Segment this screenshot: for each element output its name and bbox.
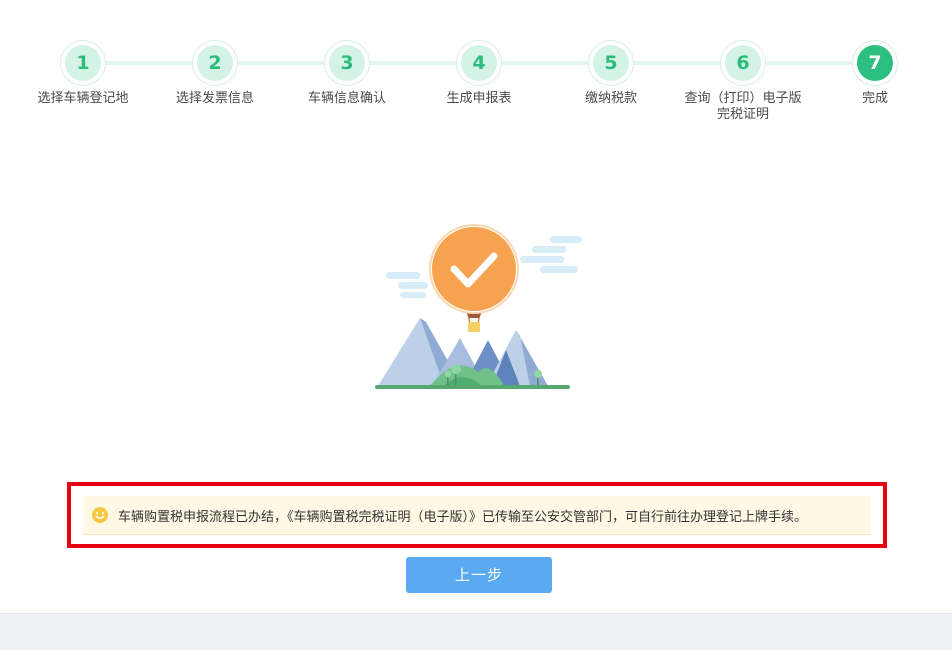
step-4-ring: 4 (456, 40, 502, 86)
completion-notice: 车辆购置税申报流程已办结，《车辆购置税完税证明（电子版）》已传输至公安交管部门，… (83, 496, 871, 535)
step-6: 6 查询（打印）电子版 完税证明 (673, 40, 813, 123)
step-5: 5 缴纳税款 (541, 40, 681, 107)
cloud-right-icon (520, 236, 582, 273)
step-7: 7 完成 (805, 40, 945, 107)
step-7-number: 7 (857, 45, 893, 81)
step-2: 2 选择发票信息 (145, 40, 285, 107)
step-7-ring: 7 (852, 40, 898, 86)
step-1: 1 选择车辆登记地 (13, 40, 153, 107)
success-balloon-illustration (375, 224, 582, 389)
hot-air-balloon-icon (429, 224, 519, 332)
step-6-label-line1: 查询（打印）电子版 (684, 91, 802, 106)
previous-step-button[interactable]: 上一步 (406, 557, 552, 593)
ground-line (375, 385, 570, 389)
step-1-label: 选择车辆登记地 (37, 91, 129, 106)
mountains-icon (378, 318, 548, 386)
step-3-ring: 3 (324, 40, 370, 86)
footer-bar (0, 613, 952, 650)
step-6-label: 查询（打印）电子版 完税证明 (673, 91, 813, 123)
step-4-label: 生成申报表 (446, 91, 512, 106)
completion-page: 1 选择车辆登记地 2 选择发票信息 3 车辆信息确认 4 生成申报表 5 缴纳… (0, 0, 952, 650)
smiley-icon (92, 507, 108, 523)
step-5-ring: 5 (588, 40, 634, 86)
notice-text: 车辆购置税申报流程已办结，《车辆购置税完税证明（电子版）》已传输至公安交管部门，… (118, 509, 808, 525)
step-4-number: 4 (461, 45, 497, 81)
step-6-label-line2: 完税证明 (716, 107, 769, 122)
step-2-ring: 2 (192, 40, 238, 86)
step-5-label: 缴纳税款 (584, 91, 637, 106)
step-3: 3 车辆信息确认 (277, 40, 417, 107)
step-1-number: 1 (65, 45, 101, 81)
cloud-left-icon (386, 272, 428, 298)
step-6-number: 6 (725, 45, 761, 81)
step-6-ring: 6 (720, 40, 766, 86)
step-5-number: 5 (593, 45, 629, 81)
progress-stepper: 1 选择车辆登记地 2 选择发票信息 3 车辆信息确认 4 生成申报表 5 缴纳… (0, 0, 952, 140)
step-1-ring: 1 (60, 40, 106, 86)
step-3-number: 3 (329, 45, 365, 81)
notice-highlight-box: 车辆购置税申报流程已办结，《车辆购置税完税证明（电子版）》已传输至公安交管部门，… (67, 482, 887, 548)
step-2-number: 2 (197, 45, 233, 81)
step-3-label: 车辆信息确认 (307, 91, 386, 106)
step-7-label: 完成 (861, 91, 888, 106)
step-4: 4 生成申报表 (409, 40, 549, 107)
step-2-label: 选择发票信息 (175, 91, 254, 106)
